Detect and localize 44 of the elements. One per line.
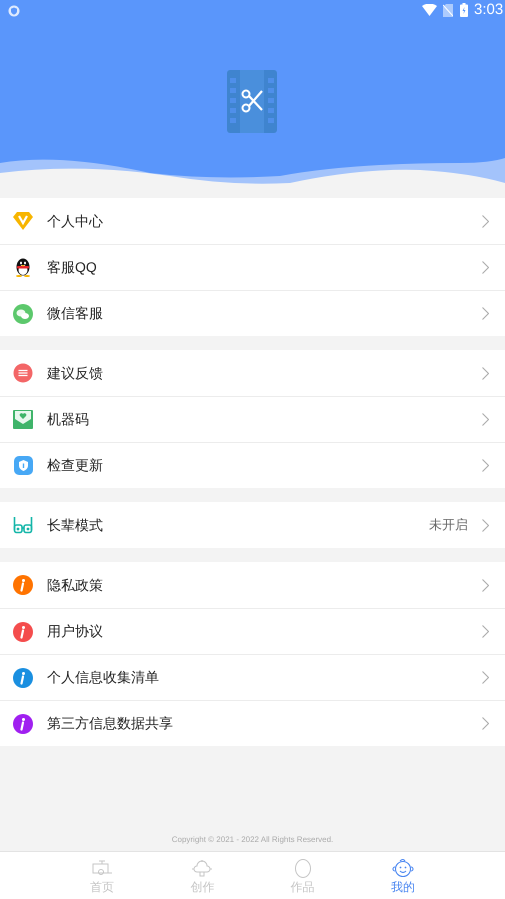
- egg-icon: [294, 858, 312, 878]
- penguin-icon: [15, 258, 31, 277]
- message-icon: [13, 363, 33, 383]
- diamond-v-icon: [13, 212, 33, 230]
- baby-face-icon: [392, 858, 414, 878]
- chevron-right-icon: [482, 578, 489, 592]
- row-label: 建议反馈: [47, 364, 104, 382]
- info-icon: [13, 714, 33, 734]
- shield-badge-icon: [14, 456, 32, 475]
- chevron-right-icon: [482, 261, 489, 274]
- chat-bubbles-icon: [13, 304, 33, 324]
- chevron-right-icon: [482, 214, 489, 228]
- copyright-text: Copyright © 2021 - 2022 All Rights Reserved.: [172, 835, 334, 844]
- row-label: 微信客服: [47, 304, 104, 323]
- row-label: 第三方信息数据共享: [47, 714, 174, 733]
- row-label: 个人信息收集清单: [47, 668, 160, 687]
- row-label: 长辈模式: [47, 516, 104, 534]
- cloud-icon: [191, 860, 214, 878]
- chevron-right-icon: [482, 307, 489, 320]
- wifi-icon: [422, 4, 437, 16]
- chevron-right-icon: [482, 717, 489, 730]
- chevron-right-icon: [482, 625, 489, 638]
- row-value: 未开启: [429, 516, 468, 534]
- row-label: 隐私政策: [47, 576, 104, 594]
- chevron-right-icon: [482, 518, 489, 532]
- battery-icon: [460, 3, 468, 17]
- film-scissors-logo: [227, 70, 277, 133]
- row-label: 个人中心: [47, 212, 104, 230]
- row-label: 检查更新: [47, 456, 104, 475]
- row-label: 用户协议: [47, 622, 104, 641]
- shield-icon: [8, 5, 20, 17]
- chevron-right-icon: [482, 459, 489, 472]
- chevron-right-icon: [482, 671, 489, 684]
- info-icon: [13, 668, 33, 688]
- chevron-right-icon: [482, 366, 489, 380]
- row-label: 机器码: [47, 410, 90, 429]
- info-icon: [13, 575, 33, 595]
- clock: 3:03: [474, 1, 504, 19]
- row-label: 客服QQ: [47, 258, 98, 277]
- info-icon: [13, 622, 33, 642]
- chevron-right-icon: [482, 413, 489, 426]
- no-sim-icon: [443, 4, 453, 17]
- glasses-icon: [13, 516, 33, 534]
- nav-tab[interactable]: 我的: [352, 852, 453, 899]
